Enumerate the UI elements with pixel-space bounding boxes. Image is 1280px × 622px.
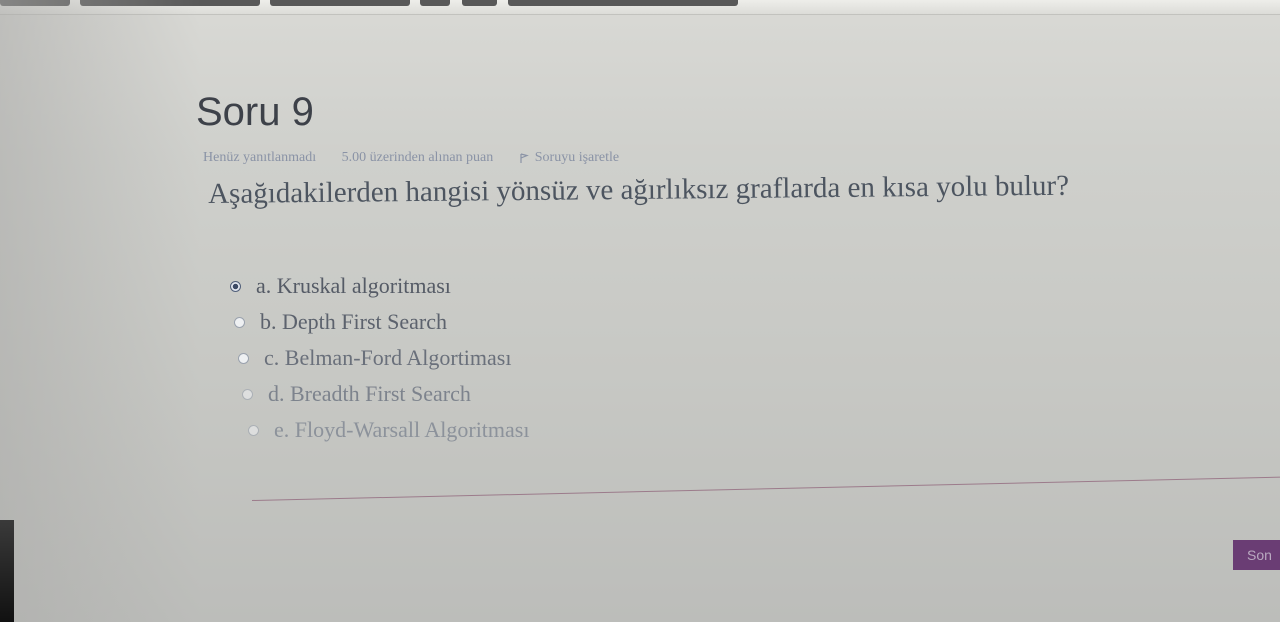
radio-empty-icon[interactable] (242, 388, 253, 400)
next-page-button[interactable]: Son (1233, 540, 1280, 570)
question-status: Henüz yanıtlanmadı (203, 150, 317, 165)
answer-option-c[interactable]: c. Belman-Ford Algortiması (238, 340, 529, 376)
question-info: Henüz yanıtlanmadı 5.00 üzerinden alınan… (203, 150, 663, 166)
radio-empty-icon[interactable] (248, 424, 259, 436)
flag-icon (520, 153, 529, 163)
radio-empty-icon[interactable] (238, 352, 249, 364)
top-strip-segment (462, 0, 497, 6)
answer-label: e. Floyd-Warsall Algoritması (274, 417, 530, 442)
top-strip-segment (270, 0, 410, 6)
answer-label: c. Belman-Ford Algortiması (264, 345, 512, 370)
flag-question-link[interactable]: Soruyu işaretle (519, 150, 641, 165)
flag-question-label: Soruyu işaretle (534, 150, 620, 165)
monitor-bezel (0, 520, 14, 622)
section-divider (252, 476, 1280, 501)
answer-label: b. Depth First Search (260, 309, 447, 334)
screen-shading (0, 0, 200, 622)
radio-empty-icon[interactable] (234, 316, 245, 328)
top-strip-segment (420, 0, 450, 6)
answer-option-b[interactable]: b. Depth First Search (234, 304, 529, 340)
top-strip-segment (508, 0, 738, 6)
question-text: Aşağıdakilerden hangisi yönsüz ve ağırlı… (208, 169, 1070, 210)
radio-selected-icon[interactable] (230, 280, 241, 292)
answer-label: a. Kruskal algoritması (256, 273, 451, 298)
answer-option-e[interactable]: e. Floyd-Warsall Algoritması (248, 412, 529, 448)
answer-label: d. Breadth First Search (268, 381, 471, 406)
answer-list: a. Kruskal algoritması b. Depth First Se… (228, 268, 529, 448)
answer-option-a[interactable]: a. Kruskal algoritması (230, 268, 529, 304)
question-points: 5.00 üzerinden alınan puan (341, 150, 494, 165)
answer-option-d[interactable]: d. Breadth First Search (242, 376, 529, 412)
question-number: Soru 9 (196, 90, 314, 134)
